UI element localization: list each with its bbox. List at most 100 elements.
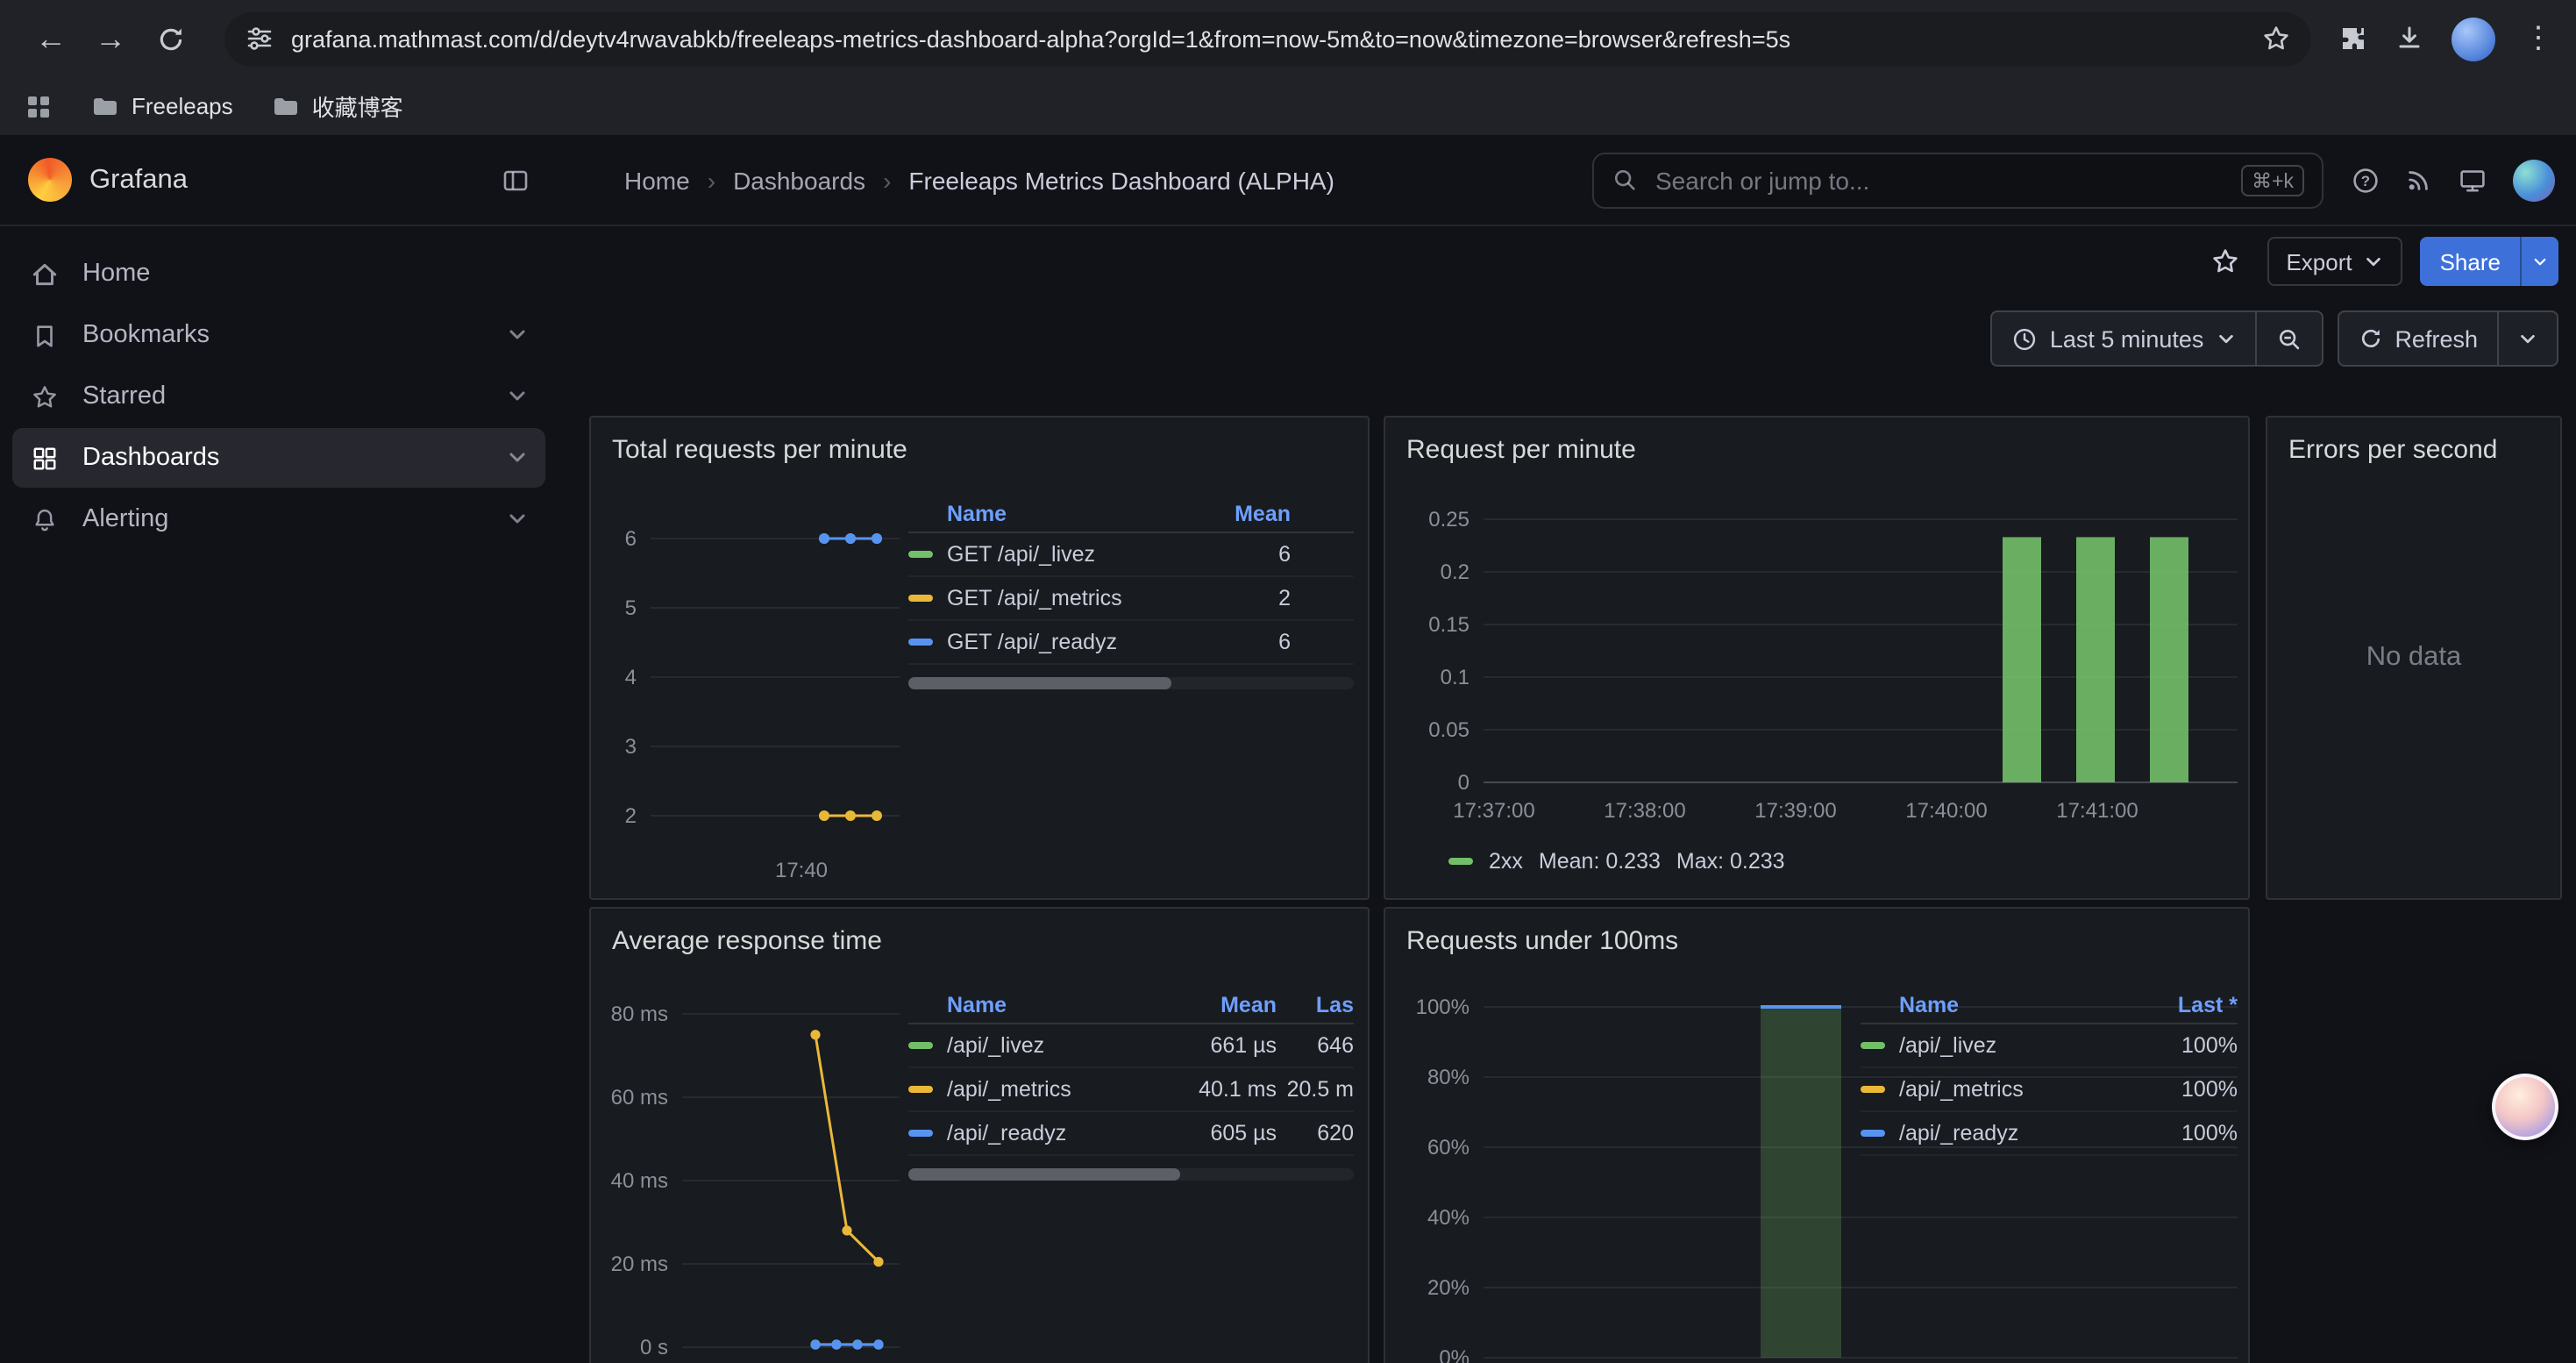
breadcrumb-separator: › [708, 166, 715, 194]
legend-header-mean[interactable]: Mean [1164, 992, 1277, 1017]
news-rss-icon[interactable] [2406, 167, 2432, 193]
legend-row[interactable]: /api/_readyz 100% [1861, 1112, 2238, 1156]
chevron-down-icon[interactable] [507, 509, 528, 530]
panel-title[interactable]: Requests under 100ms [1406, 926, 1678, 956]
legend-row[interactable]: /api/_livez 661 µs 646 [908, 1024, 1354, 1068]
bookmarks-bar: Freeleaps 收藏博客 [0, 77, 2576, 135]
share-menu-button[interactable] [2520, 237, 2558, 286]
browser-toolbar: ← → grafana.mathmast.com/d/deytv4rwavabk… [0, 0, 2576, 77]
legend-header-mean[interactable]: Mean [1220, 501, 1291, 525]
breadcrumb-home[interactable]: Home [624, 166, 690, 194]
apps-grid-icon[interactable] [25, 92, 53, 120]
panel-title[interactable]: Average response time [612, 926, 882, 956]
legend[interactable]: 2xx Mean: 0.233 Max: 0.233 [1448, 849, 1785, 874]
extensions-icon[interactable] [2339, 25, 2367, 53]
svg-text:5: 5 [625, 596, 637, 620]
legend-header-name[interactable]: Name [947, 992, 1164, 1017]
user-avatar[interactable] [2513, 159, 2555, 201]
legend-scrollbar[interactable] [908, 1168, 1354, 1181]
legend-row[interactable]: /api/_metrics 100% [1861, 1068, 2238, 1112]
legend-row[interactable]: GET /api/_metrics 2 [908, 577, 1354, 621]
legend-header-last[interactable]: Last * [2139, 992, 2238, 1017]
share-button[interactable]: Share [2421, 237, 2520, 286]
svg-text:80%: 80% [1427, 1066, 1469, 1089]
chevron-down-icon[interactable] [507, 447, 528, 468]
breadcrumb-current: Freeleaps Metrics Dashboard (ALPHA) [908, 166, 1334, 194]
search-icon [1612, 167, 1638, 193]
legend-header-last[interactable]: Las [1277, 992, 1354, 1017]
reload-icon [155, 24, 185, 54]
sidebar-item-home[interactable]: Home [12, 244, 545, 303]
sidebar-item-alerting[interactable]: Alerting [12, 489, 545, 549]
address-bar[interactable]: grafana.mathmast.com/d/deytv4rwavabkb/fr… [224, 11, 2311, 66]
kiosk-monitor-icon[interactable] [2459, 166, 2487, 194]
panel-title[interactable]: Request per minute [1406, 435, 1636, 465]
panel-title[interactable]: Total requests per minute [612, 435, 907, 465]
floating-assistant-avatar[interactable] [2492, 1074, 2558, 1140]
legend-scrollbar[interactable] [908, 677, 1354, 689]
sidebar-item-dashboards[interactable]: Dashboards [12, 428, 545, 488]
svg-text:0: 0 [1458, 771, 1469, 795]
breadcrumb: Home › Dashboards › Freeleaps Metrics Da… [624, 166, 1334, 194]
folder-icon [272, 92, 300, 120]
downloads-icon[interactable] [2395, 25, 2423, 53]
series-color-swatch [908, 1042, 933, 1049]
svg-text:?: ? [2361, 172, 2370, 189]
forward-button[interactable]: → [84, 12, 137, 65]
export-button[interactable]: Export [2266, 237, 2402, 286]
chevron-down-icon[interactable] [507, 325, 528, 346]
legend-mean: Mean: 0.233 [1539, 849, 1661, 874]
legend-row[interactable]: /api/_readyz 605 µs 620 [908, 1112, 1354, 1156]
series-color-swatch [908, 639, 933, 646]
sidebar-item-bookmarks[interactable]: Bookmarks [12, 305, 545, 365]
series-color-swatch [908, 551, 933, 558]
help-icon[interactable]: ? [2352, 166, 2380, 194]
legend-header-name[interactable]: Name [1899, 992, 2139, 1017]
legend-table: Name Mean Las /api/_livez 661 µs 646 [908, 986, 1354, 1181]
zoom-out-button[interactable] [2256, 310, 2323, 367]
sidebar-toggle-icon[interactable] [502, 166, 530, 194]
search-box[interactable]: ⌘+k [1592, 152, 2323, 208]
sidebar-item-starred[interactable]: Starred [12, 367, 545, 426]
zoom-out-icon [2275, 325, 2302, 352]
refresh-interval-button[interactable] [2499, 310, 2558, 367]
search-input[interactable] [1652, 164, 2227, 196]
grafana-logo-icon[interactable] [28, 158, 72, 202]
svg-text:3: 3 [625, 735, 637, 759]
back-button[interactable]: ← [25, 12, 77, 65]
breadcrumb-dashboards[interactable]: Dashboards [733, 166, 865, 194]
refresh-button[interactable]: Refresh [2337, 310, 2499, 367]
panel-title[interactable]: Errors per second [2288, 435, 2497, 465]
svg-text:17:39:00: 17:39:00 [1754, 799, 1836, 823]
site-settings-icon[interactable] [246, 25, 274, 53]
chevron-down-icon [2518, 329, 2537, 348]
legend-row[interactable]: GET /api/_livez 6 [908, 533, 1354, 577]
favorite-star-icon[interactable] [2200, 237, 2249, 286]
panel-total-requests-per-minute: Total requests per minute 6543217:40 Nam… [589, 416, 1370, 900]
legend-row[interactable]: GET /api/_readyz 6 [908, 621, 1354, 665]
menu-kebab-icon[interactable]: ⋮ [2523, 21, 2551, 56]
legend-row[interactable]: /api/_livez 100% [1861, 1024, 2238, 1068]
panel-requests-under-100ms: Requests under 100ms 100%80%60%40%20%0%1… [1384, 907, 2250, 1363]
clock-icon [2011, 325, 2038, 352]
chevron-down-icon[interactable] [507, 386, 528, 407]
legend-header-name[interactable]: Name [947, 501, 1220, 525]
svg-text:17:38:00: 17:38:00 [1604, 799, 1685, 823]
bookmark-star-icon[interactable] [2262, 25, 2290, 53]
svg-text:60 ms: 60 ms [611, 1086, 668, 1110]
bookmark-folder-blogs[interactable]: 收藏博客 [272, 89, 403, 123]
svg-text:4: 4 [625, 666, 637, 689]
reload-button[interactable] [144, 12, 196, 65]
svg-text:40%: 40% [1427, 1206, 1469, 1230]
panel-errors-per-second: Errors per second No data [2266, 416, 2562, 900]
browser-chrome: ← → grafana.mathmast.com/d/deytv4rwavabk… [0, 0, 2576, 135]
panel-request-per-minute: Request per minute 0.250.20.150.10.05017… [1384, 416, 2250, 900]
dashboard-actions: Export Share [558, 226, 2576, 296]
profile-avatar[interactable] [2451, 17, 2495, 61]
legend-row[interactable]: /api/_metrics 40.1 ms 20.5 m [908, 1068, 1354, 1112]
brand-name: Grafana [89, 164, 188, 196]
time-range-button[interactable]: Last 5 minutes [1990, 310, 2257, 367]
bookmark-folder-freeleaps[interactable]: Freeleaps [91, 92, 233, 120]
grafana-sidebar: Grafana Home Bookmarks Starred [0, 135, 558, 1363]
svg-text:40 ms: 40 ms [611, 1169, 668, 1193]
